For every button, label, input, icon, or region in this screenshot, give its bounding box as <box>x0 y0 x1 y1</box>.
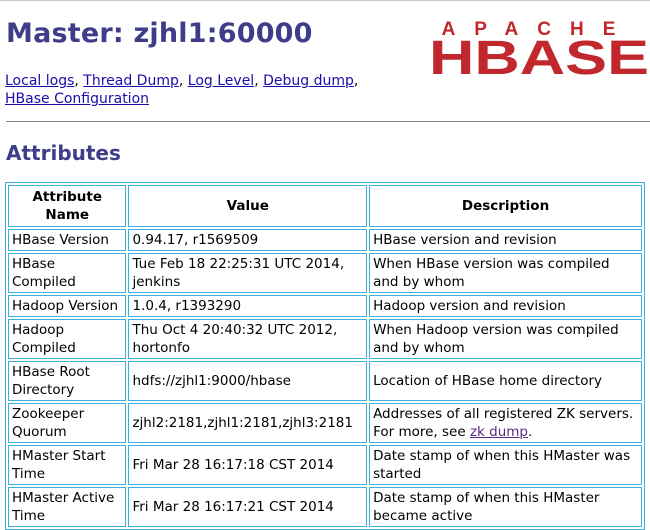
description-cell: Addresses of all registered ZK servers. … <box>369 403 642 443</box>
attribute-name-cell: HBase Compiled <box>8 253 127 293</box>
logo-hbase-text: HBASE <box>429 32 649 78</box>
value-cell: 1.0.4, r1393290 <box>128 295 368 317</box>
hbase-configuration-link[interactable]: HBase Configuration <box>5 91 149 107</box>
description-cell: When HBase version was compiled and by w… <box>369 253 642 293</box>
thread-dump-link[interactable]: Thread Dump <box>83 73 179 89</box>
table-row: Hadoop Version 1.0.4, r1393290 Hadoop ve… <box>8 295 642 317</box>
value-cell: Fri Mar 28 16:17:18 CST 2014 <box>128 445 368 485</box>
debug-dump-link[interactable]: Debug dump <box>263 73 354 89</box>
horizontal-divider <box>6 121 650 122</box>
attribute-name-cell: HBase Version <box>8 229 127 251</box>
table-header-row: Attribute Name Value Description <box>8 185 642 227</box>
table-row: HMaster Start Time Fri Mar 28 16:17:18 C… <box>8 445 642 485</box>
value-cell: hdfs://zjhl1:9000/hbase <box>128 361 368 401</box>
value-cell: 0.94.17, r1569509 <box>128 229 368 251</box>
description-cell: HBase version and revision <box>369 229 642 251</box>
attribute-name-cell: HMaster Active Time <box>8 487 127 527</box>
zk-description-suffix: . <box>527 424 533 440</box>
top-border <box>0 0 650 1</box>
attribute-name-cell: HBase Root Directory <box>8 361 127 401</box>
value-cell: Fri Mar 28 16:17:21 CST 2014 <box>128 487 368 527</box>
attribute-name-cell: HMaster Start Time <box>8 445 127 485</box>
table-row: HMaster Active Time Fri Mar 28 16:17:21 … <box>8 487 642 527</box>
value-cell: Tue Feb 18 22:25:31 UTC 2014, jenkins <box>128 253 368 293</box>
local-logs-link[interactable]: Local logs <box>5 73 74 89</box>
table-row: Hadoop Compiled Thu Oct 4 20:40:32 UTC 2… <box>8 319 642 359</box>
column-header: Attribute Name <box>8 185 127 227</box>
description-cell: Location of HBase home directory <box>369 361 642 401</box>
table-row: HBase Compiled Tue Feb 18 22:25:31 UTC 2… <box>8 253 642 293</box>
attribute-name-cell: Hadoop Compiled <box>8 319 127 359</box>
log-level-link[interactable]: Log Level <box>188 73 254 89</box>
apache-hbase-logo: APACHE HBASE <box>429 19 649 78</box>
column-header: Value <box>128 185 368 227</box>
description-cell: Date stamp of when this HMaster was star… <box>369 445 642 485</box>
zk-dump-link[interactable]: zk dump <box>470 424 528 440</box>
table-row: HBase Version 0.94.17, r1569509 HBase ve… <box>8 229 642 251</box>
table-row: Zookeeper Quorum zjhl2:2181,zjhl1:2181,z… <box>8 403 642 443</box>
description-cell: Date stamp of when this HMaster became a… <box>369 487 642 527</box>
column-header: Description <box>369 185 642 227</box>
page-title: Master: zjhl1:60000 <box>6 18 313 49</box>
value-cell: Thu Oct 4 20:40:32 UTC 2012, hortonfo <box>128 319 368 359</box>
attribute-name-cell: Zookeeper Quorum <box>8 403 127 443</box>
nav-links: Local logs, Thread Dump, Log Level, Debu… <box>5 73 359 107</box>
attribute-name-cell: Hadoop Version <box>8 295 127 317</box>
value-cell: zjhl2:2181,zjhl1:2181,zjhl3:2181 <box>128 403 368 443</box>
description-cell: When Hadoop version was compiled and by … <box>369 319 642 359</box>
section-title: Attributes <box>6 141 121 165</box>
table-row: HBase Root Directory hdfs://zjhl1:9000/h… <box>8 361 642 401</box>
attributes-table: Attribute Name Value Description HBase V… <box>5 182 645 530</box>
description-cell: Hadoop version and revision <box>369 295 642 317</box>
